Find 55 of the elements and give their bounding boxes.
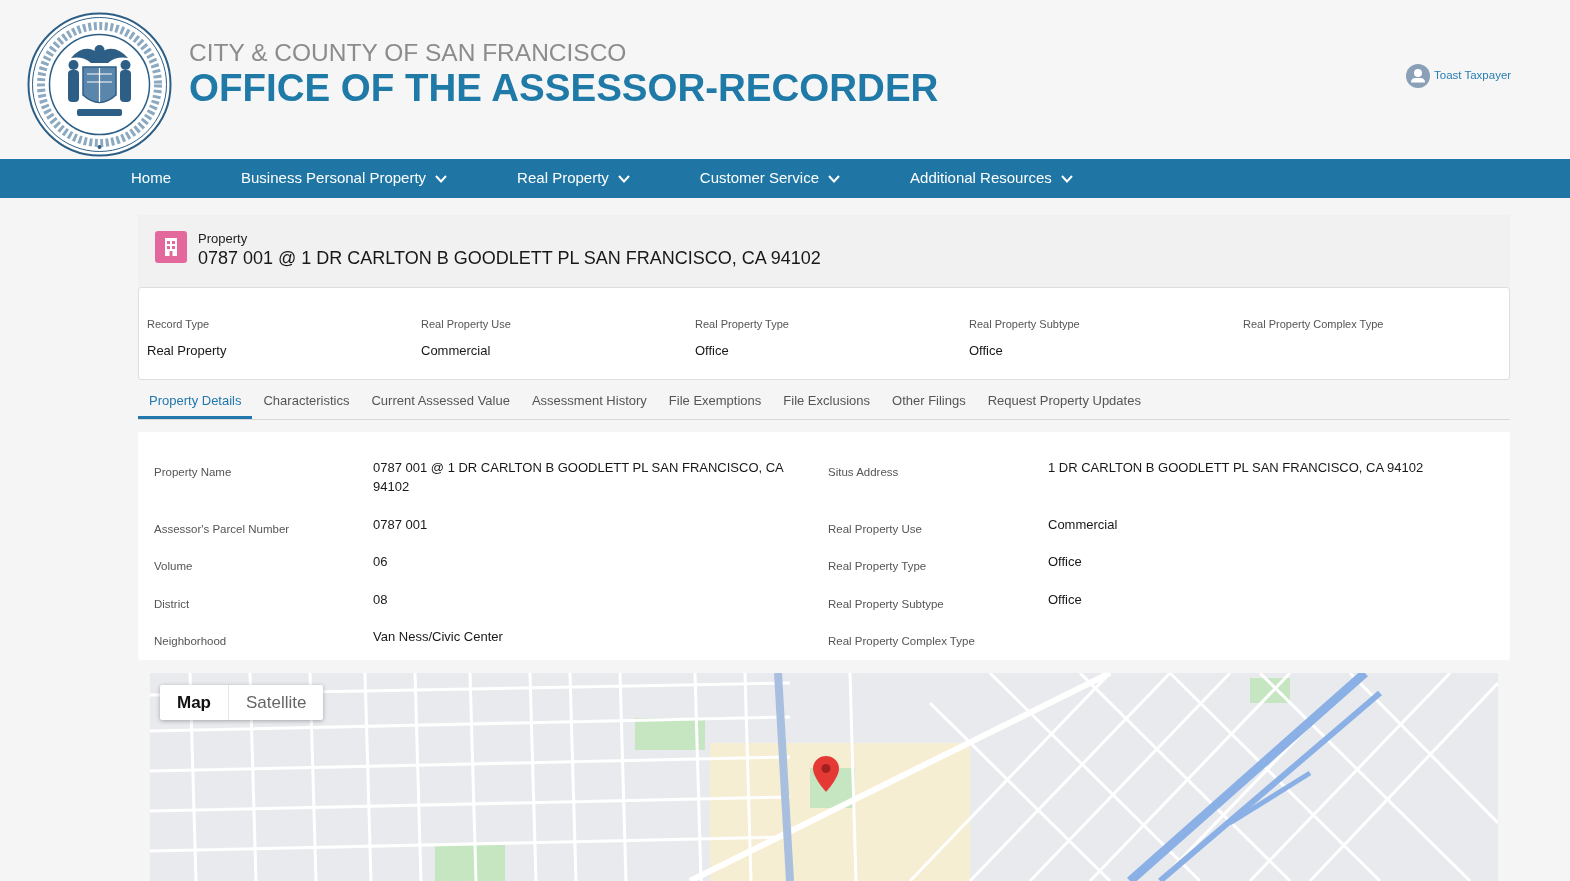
map-pin-icon: [813, 756, 839, 792]
field-label: Real Property Subtype: [969, 317, 1080, 331]
site-title: OFFICE OF THE ASSESSOR-RECORDER: [189, 67, 939, 109]
chevron-down-icon: [828, 174, 841, 183]
field-value: Office: [1048, 590, 1082, 609]
tab[interactable]: Property Details: [138, 385, 253, 419]
tab[interactable]: Assessment History: [520, 385, 658, 419]
field-value: Office: [1048, 553, 1082, 571]
field-value: 1 DR CARLTON B GOODLETT PL SAN FRANCISCO, CA 94102: [1048, 459, 1424, 477]
record-title: 0787 001 @ 1 DR CARLTON B GOODLETT PL SAN FRANCISCO, CA 94102: [198, 247, 821, 269]
field-label: District: [154, 596, 190, 612]
field-label: Volume: [154, 559, 193, 574]
field-label: Real Property Type: [828, 559, 927, 574]
site-subtitle: CITY & COUNTY OF SAN FRANCISCO: [189, 39, 627, 67]
nav-menu-button[interactable]: Business Personal Property: [241, 159, 448, 198]
tab[interactable]: Other Filings: [881, 385, 977, 419]
nav-link[interactable]: Home: [131, 159, 171, 198]
field-value: 0787 001: [373, 515, 428, 534]
nav-menu-button[interactable]: Additional Resources: [910, 159, 1073, 198]
field-label: Real Property Type: [695, 317, 789, 331]
map-type-button[interactable]: Map: [160, 685, 228, 720]
field-label: Assessor's Parcel Number: [154, 521, 290, 537]
tab[interactable]: Characteristics: [252, 385, 361, 419]
field-label: Real Property Subtype: [828, 596, 944, 612]
field-label: Neighborhood: [154, 634, 227, 649]
chevron-down-icon: [435, 174, 448, 183]
field-label: Real Property Use: [421, 317, 511, 331]
field-label: Real Property Use: [828, 521, 922, 537]
chevron-down-icon: [617, 174, 630, 183]
field-value: Commercial: [1048, 515, 1118, 534]
user-link[interactable]: Toast Taxpayer: [1406, 64, 1512, 88]
map-type-button[interactable]: Satellite: [228, 685, 324, 720]
field-value: 06: [373, 553, 388, 571]
field-label: Property Name: [154, 465, 232, 480]
field-label: Real Property Complex Type: [828, 634, 975, 649]
record-type-label: Property: [198, 231, 248, 247]
field-value: Real Property: [147, 342, 227, 360]
field-value: Office: [695, 342, 729, 360]
field-value: 0787 001 @ 1 DR CARLTON B GOODLETT PL SAN FRANCISCO, CA 94102: [373, 459, 785, 496]
field-value: Office: [969, 342, 1003, 360]
field-label: Situs Address: [828, 465, 899, 480]
field-value: Van Ness/Civic Center: [373, 628, 503, 646]
nav-menu-button[interactable]: Real Property: [517, 159, 630, 198]
field-label: Real Property Complex Type: [1243, 317, 1384, 331]
building-icon: [155, 231, 187, 263]
nav-menu-button[interactable]: Customer Service: [699, 159, 841, 198]
user-avatar-icon: [1406, 64, 1430, 88]
tab[interactable]: Request Property Updates: [976, 385, 1152, 419]
tab[interactable]: File Exemptions: [657, 385, 773, 419]
chevron-down-icon: [1060, 174, 1073, 183]
tab[interactable]: File Exclusions: [772, 385, 881, 419]
field-label: Record Type: [147, 317, 210, 331]
field-value: Commercial: [421, 342, 491, 360]
field-value: 08: [373, 590, 388, 609]
tab[interactable]: Current Assessed Value: [360, 385, 521, 419]
